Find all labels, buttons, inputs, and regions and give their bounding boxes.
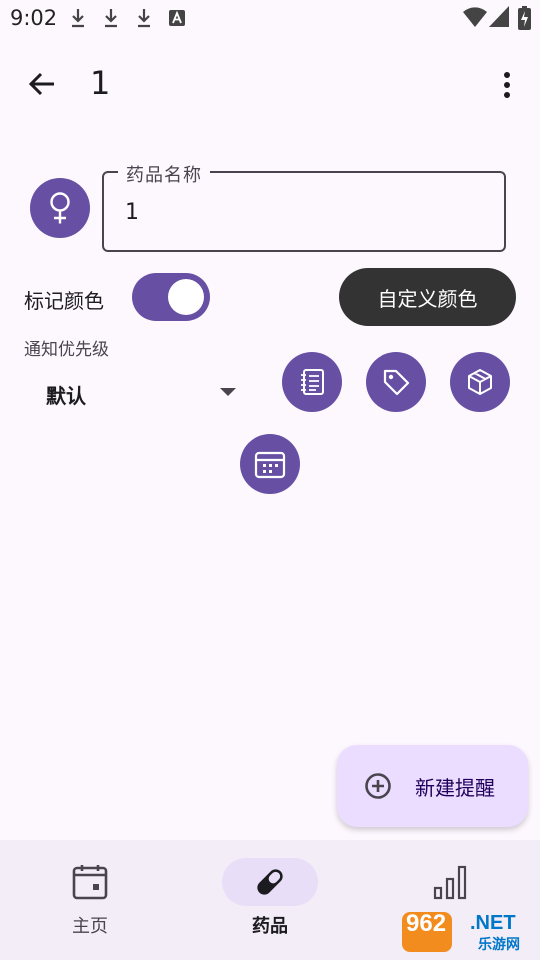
nav-item-home[interactable]: 主页: [0, 840, 180, 960]
signal-icon: [489, 6, 509, 27]
medicine-icon-button[interactable]: [30, 178, 90, 238]
add-circle-icon: [365, 773, 391, 799]
notification-priority-select[interactable]: 默认: [34, 370, 244, 414]
nav-label-medicine: 药品: [252, 916, 288, 937]
bottom-navigation: 主页 药品: [0, 840, 540, 960]
box-icon: [468, 369, 492, 395]
medicine-name-label: 药品名称: [118, 161, 210, 187]
mark-color-switch[interactable]: [132, 273, 210, 321]
nav-item-medicine[interactable]: 药品: [180, 840, 360, 960]
watermark-net: .NET: [470, 912, 516, 934]
page-title: 1: [90, 64, 111, 102]
download-icon: [138, 9, 150, 28]
female-icon: [50, 192, 70, 224]
mark-color-label: 标记颜色: [24, 289, 104, 313]
status-time: 9:02: [10, 6, 58, 30]
nav-label-home: 主页: [72, 916, 108, 937]
calendar-icon: [254, 451, 286, 479]
download-icon: [72, 9, 84, 28]
status-bar: 9:02: [0, 0, 540, 36]
bar-chart-icon: [433, 865, 467, 900]
calendar-icon: [72, 865, 108, 900]
watermark-number: 962: [406, 910, 447, 937]
notification-priority-label: 通知优先级: [24, 340, 109, 360]
medicine-name-value[interactable]: 1: [125, 200, 139, 225]
switch-thumb: [168, 279, 204, 315]
tag-button[interactable]: [366, 352, 426, 412]
back-button[interactable]: [22, 62, 62, 106]
new-reminder-label: 新建提醒: [415, 775, 495, 800]
new-reminder-fab[interactable]: 新建提醒: [337, 745, 528, 827]
more-vert-icon: [504, 72, 510, 98]
notes-icon: [301, 369, 324, 395]
tag-icon: [383, 369, 410, 396]
calendar-button[interactable]: [240, 434, 300, 494]
arrow-left-icon: [28, 72, 54, 96]
battery-charging-icon: [518, 6, 531, 30]
priority-value: 默认: [46, 384, 86, 408]
wifi-icon: [463, 7, 487, 27]
dropdown-arrow-icon: [220, 388, 236, 396]
download-icon: [105, 9, 117, 28]
box-button[interactable]: [450, 352, 510, 412]
a-letter-icon: [169, 10, 185, 26]
notes-button[interactable]: [282, 352, 342, 412]
watermark-site: 乐游网: [478, 937, 520, 953]
more-options-button[interactable]: [492, 64, 522, 106]
custom-color-button[interactable]: 自定义颜色: [339, 268, 516, 326]
pill-icon: [257, 869, 283, 895]
